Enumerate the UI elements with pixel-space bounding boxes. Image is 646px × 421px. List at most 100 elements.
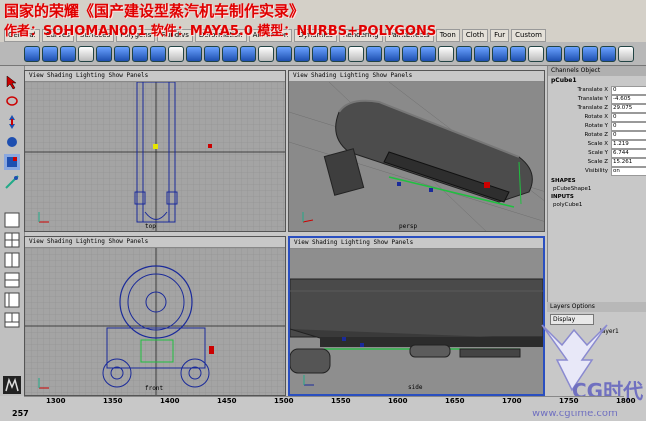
- shelf-tab-custom[interactable]: Custom: [511, 29, 546, 42]
- shelf-tool-icon[interactable]: [204, 45, 220, 62]
- layout-stack-icon[interactable]: [4, 272, 20, 288]
- shelf-tool-icon[interactable]: [222, 45, 238, 62]
- shelf-tool-icon[interactable]: [582, 45, 598, 62]
- channel-attr-value[interactable]: 6.744: [611, 149, 646, 158]
- shelf-tool-icon[interactable]: [294, 45, 310, 62]
- viewport-side-menu[interactable]: View Shading Lighting Show Panels: [290, 238, 543, 249]
- time-slider[interactable]: 1300 1350 1400 1450 1500 1550 1600 1650 1700 1750…: [24, 396, 635, 411]
- shelf-tool-icon[interactable]: [456, 45, 472, 62]
- shelf-tool-icon[interactable]: [186, 45, 202, 62]
- shelf-tab-fur[interactable]: Fur: [490, 29, 510, 42]
- shelf-tool-icon[interactable]: [618, 45, 634, 62]
- channel-attr-row[interactable]: Rotate X0: [548, 113, 646, 122]
- channel-attr-value[interactable]: 0: [611, 131, 646, 140]
- channel-attr-value[interactable]: 0: [611, 122, 646, 131]
- channel-attr-value[interactable]: -4.605: [611, 95, 646, 104]
- timeline-tick-label: 1450: [217, 397, 237, 405]
- shelf-tool-icon[interactable]: [258, 45, 274, 62]
- shelf-tool-icon[interactable]: [564, 45, 580, 62]
- shelf-tool-icon[interactable]: [78, 45, 94, 62]
- channel-attr-row[interactable]: Translate Y -4.605: [548, 95, 646, 104]
- channel-box-object-name[interactable]: pCube1: [548, 76, 646, 86]
- layout-four-icon[interactable]: [4, 232, 20, 248]
- channel-attr-row[interactable]: Scale X 1.219: [548, 140, 646, 149]
- shelf-tool-icon[interactable]: [132, 45, 148, 62]
- shelf-tool-icon[interactable]: [60, 45, 76, 62]
- input-name[interactable]: polyCube1: [548, 202, 646, 210]
- shelf-tool-icon[interactable]: [330, 45, 346, 62]
- channel-attr-value[interactable]: on: [611, 167, 646, 176]
- channel-attr-name: Rotate Z: [584, 132, 608, 138]
- persp-view-canvas: [289, 82, 544, 231]
- shelf-tool-icon[interactable]: [348, 45, 364, 62]
- shelf-tool-icon[interactable]: [24, 45, 40, 62]
- viewport-front-menu[interactable]: View Shading Lighting Show Panels: [25, 237, 285, 248]
- shelf-tool-icon[interactable]: [240, 45, 256, 62]
- channel-attr-value[interactable]: 1.219: [611, 140, 646, 149]
- channel-attr-row[interactable]: Rotate Y0: [548, 122, 646, 131]
- viewport-top-menu[interactable]: View Shading Lighting Show Panels: [25, 71, 285, 82]
- timeline-tick-label: 1800: [616, 397, 636, 405]
- shapes-label: SHAPES: [551, 178, 576, 184]
- manipulator-icon[interactable]: [4, 174, 20, 190]
- timeline-tick-label: 1400: [160, 397, 180, 405]
- viewport-top[interactable]: View Shading Lighting Show Panels top: [24, 70, 286, 232]
- shelf-tool-icon[interactable]: [546, 45, 562, 62]
- timeline-tick-label: 1650: [445, 397, 465, 405]
- shelf-tool-icon[interactable]: [600, 45, 616, 62]
- shelf-tool-icon[interactable]: [384, 45, 400, 62]
- shelf-tab-toon[interactable]: Toon: [435, 29, 460, 42]
- rotate-tool-icon[interactable]: [4, 134, 20, 150]
- shelf-tool-icon[interactable]: [438, 45, 454, 62]
- channel-attr-row[interactable]: Rotate Z0: [548, 131, 646, 140]
- channel-attr-row[interactable]: Scale Z 15.261: [548, 158, 646, 167]
- shelf-tool-icon[interactable]: [402, 45, 418, 62]
- viewport-top-label: top: [145, 223, 156, 230]
- shelf-tool-icon[interactable]: [96, 45, 112, 62]
- channel-attr-name: Translate Z: [577, 105, 609, 111]
- channel-attr-value[interactable]: 15.261: [611, 158, 646, 167]
- viewport-persp-menu[interactable]: View Shading Lighting Show Panels: [289, 71, 544, 82]
- shelf-tool-icon[interactable]: [366, 45, 382, 62]
- shelf-tool-icon[interactable]: [420, 45, 436, 62]
- shelf-tool-icon[interactable]: [510, 45, 526, 62]
- shelf-tool-icon[interactable]: [276, 45, 292, 62]
- channel-attr-row[interactable]: Translate X0: [548, 86, 646, 95]
- shelf-tab-cloth[interactable]: Cloth: [461, 29, 489, 42]
- current-frame-field[interactable]: 257: [0, 406, 40, 421]
- shelf-tool-icon[interactable]: [150, 45, 166, 62]
- channel-attr-value[interactable]: 29.075: [611, 104, 646, 113]
- channel-attr-row[interactable]: Scale Y 6.744: [548, 149, 646, 158]
- layers-header[interactable]: Layers Options: [547, 302, 646, 312]
- shelf-tool-icon[interactable]: [528, 45, 544, 62]
- channel-attr-name: Translate Y: [577, 96, 608, 102]
- shelf-tool-icon[interactable]: [474, 45, 490, 62]
- move-tool-icon[interactable]: [4, 114, 20, 130]
- shelf: [0, 42, 646, 66]
- maya-logo-icon: [3, 376, 21, 394]
- layout-outliner-icon[interactable]: [4, 292, 20, 308]
- overlay-title: 国家的荣耀《国产建设型蒸汽机车制作实录》: [4, 2, 305, 20]
- lasso-tool-icon[interactable]: [4, 94, 20, 110]
- viewport-side[interactable]: View Shading Lighting Show Panels side: [288, 236, 545, 396]
- layout-side-icon[interactable]: [4, 252, 20, 268]
- shelf-tool-icon[interactable]: [168, 45, 184, 62]
- shelf-tool-icon[interactable]: [492, 45, 508, 62]
- select-tool-icon[interactable]: [4, 74, 20, 90]
- channel-attr-row[interactable]: Visibility on: [548, 167, 646, 176]
- shelf-tool-icon[interactable]: [114, 45, 130, 62]
- channel-attr-value[interactable]: 0: [611, 113, 646, 122]
- channel-attr-value[interactable]: 0: [611, 86, 646, 95]
- channel-attr-name: Translate X: [577, 87, 609, 93]
- channel-attr-row[interactable]: Translate Z 29.075: [548, 104, 646, 113]
- viewport-persp[interactable]: View Shading Lighting Show Panels persp: [288, 70, 545, 232]
- channel-box-header[interactable]: Channels Object: [548, 66, 646, 76]
- inputs-label: INPUTS: [551, 194, 574, 200]
- scale-tool-icon[interactable]: [4, 154, 20, 170]
- layout-single-icon[interactable]: [4, 212, 20, 228]
- shelf-tool-icon[interactable]: [42, 45, 58, 62]
- shelf-tool-icon[interactable]: [312, 45, 328, 62]
- viewport-front[interactable]: View Shading Lighting Show Panels front: [24, 236, 286, 396]
- layout-graph-icon[interactable]: [4, 312, 20, 328]
- shape-name[interactable]: pCubeShape1: [548, 186, 646, 194]
